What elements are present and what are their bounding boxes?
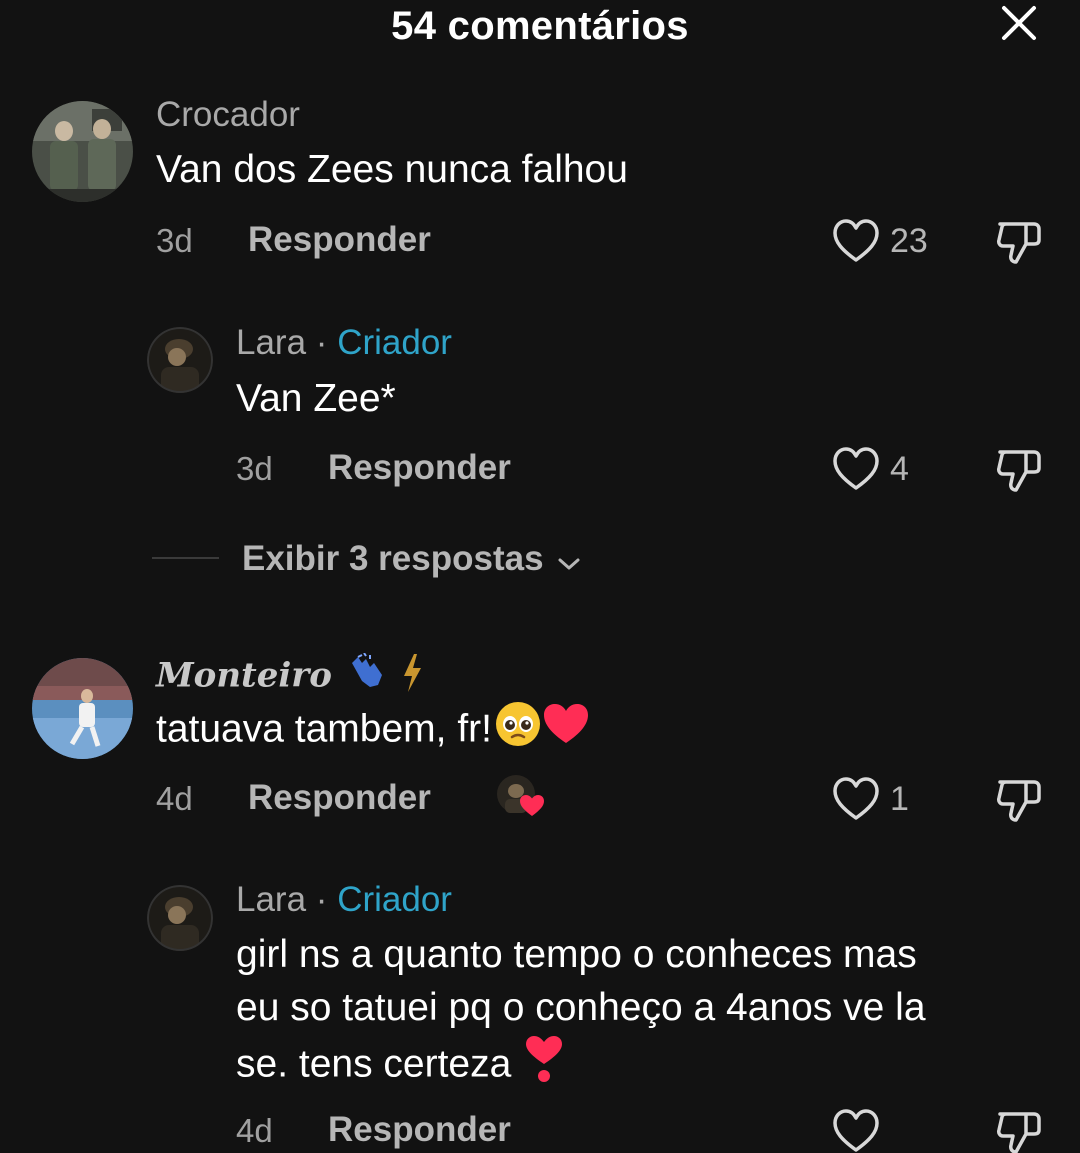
view-replies-button[interactable]: Exibir 3 respostas xyxy=(242,539,581,581)
like-count: 4 xyxy=(890,450,909,488)
dislike-icon[interactable] xyxy=(994,774,1044,829)
comment-username[interactable]: Monteiro xyxy=(156,652,424,703)
dislike-icon[interactable] xyxy=(994,216,1044,271)
creator-badge: Criador xyxy=(337,323,452,362)
reply-button[interactable]: Responder xyxy=(248,220,431,260)
avatar[interactable] xyxy=(147,885,213,951)
heart-icon[interactable] xyxy=(832,1108,880,1153)
chevron-down-icon xyxy=(557,541,581,581)
clapping-hands-icon xyxy=(344,652,388,702)
separator: · xyxy=(315,323,328,362)
like-count: 1 xyxy=(890,780,909,818)
avatar[interactable] xyxy=(32,658,133,759)
like-count: 23 xyxy=(890,222,928,260)
comment-username[interactable]: Crocador xyxy=(156,95,300,135)
comment-text: Van Zee* xyxy=(236,377,396,420)
comment-text-line: eu so tatuei pq o conheço a 4anos ve la xyxy=(236,986,926,1029)
heart-icon[interactable] xyxy=(832,218,880,269)
red-heart-icon xyxy=(542,702,590,760)
view-replies-label: Exibir 3 respostas xyxy=(242,539,544,578)
comment-text: Van dos Zees nunca falhou xyxy=(156,148,628,191)
heart-icon[interactable] xyxy=(832,776,880,827)
heart-icon[interactable] xyxy=(832,446,880,497)
comment-time: 3d xyxy=(236,450,273,487)
separator: · xyxy=(315,880,328,919)
creator-badge: Criador xyxy=(337,880,452,919)
comment-username[interactable]: Lara · Criador xyxy=(236,323,452,363)
creator-liked-avatar xyxy=(496,774,544,816)
comment-time: 4d xyxy=(236,1112,273,1149)
reply-button[interactable]: Responder xyxy=(328,1110,511,1150)
comments-count-title: 54 comentários xyxy=(391,4,689,48)
comment-text-line-last: se. tens certeza xyxy=(236,1034,926,1098)
comments-header: 54 comentários xyxy=(0,0,1080,60)
comment-time: 3d xyxy=(156,222,193,259)
avatar[interactable] xyxy=(32,101,133,202)
lightning-icon xyxy=(400,652,424,703)
username-text: Lara xyxy=(236,323,307,362)
comment-text: tatuava tambem, fr! xyxy=(156,700,590,762)
pleading-face-icon xyxy=(494,700,542,762)
divider xyxy=(152,557,219,559)
username-text: Monteiro xyxy=(156,655,332,696)
comment-username[interactable]: Lara · Criador xyxy=(236,880,452,920)
dislike-icon[interactable] xyxy=(994,1106,1044,1153)
reply-button[interactable]: Responder xyxy=(328,448,511,488)
close-icon[interactable] xyxy=(998,2,1040,44)
comment-text-line: girl ns a quanto tempo o conheces mas xyxy=(236,933,917,976)
comment-text: girl ns a quanto tempo o conheces mas eu… xyxy=(236,928,926,1098)
comment-time: 4d xyxy=(156,780,193,817)
username-text: Lara xyxy=(236,880,307,919)
comment-text-content: tatuava tambem, fr! xyxy=(156,707,492,751)
dislike-icon[interactable] xyxy=(994,444,1044,499)
reply-button[interactable]: Responder xyxy=(248,778,431,818)
comment-text-line: se. tens certeza xyxy=(236,1042,512,1086)
heart-exclamation-icon xyxy=(522,1034,566,1098)
avatar[interactable] xyxy=(147,327,213,393)
